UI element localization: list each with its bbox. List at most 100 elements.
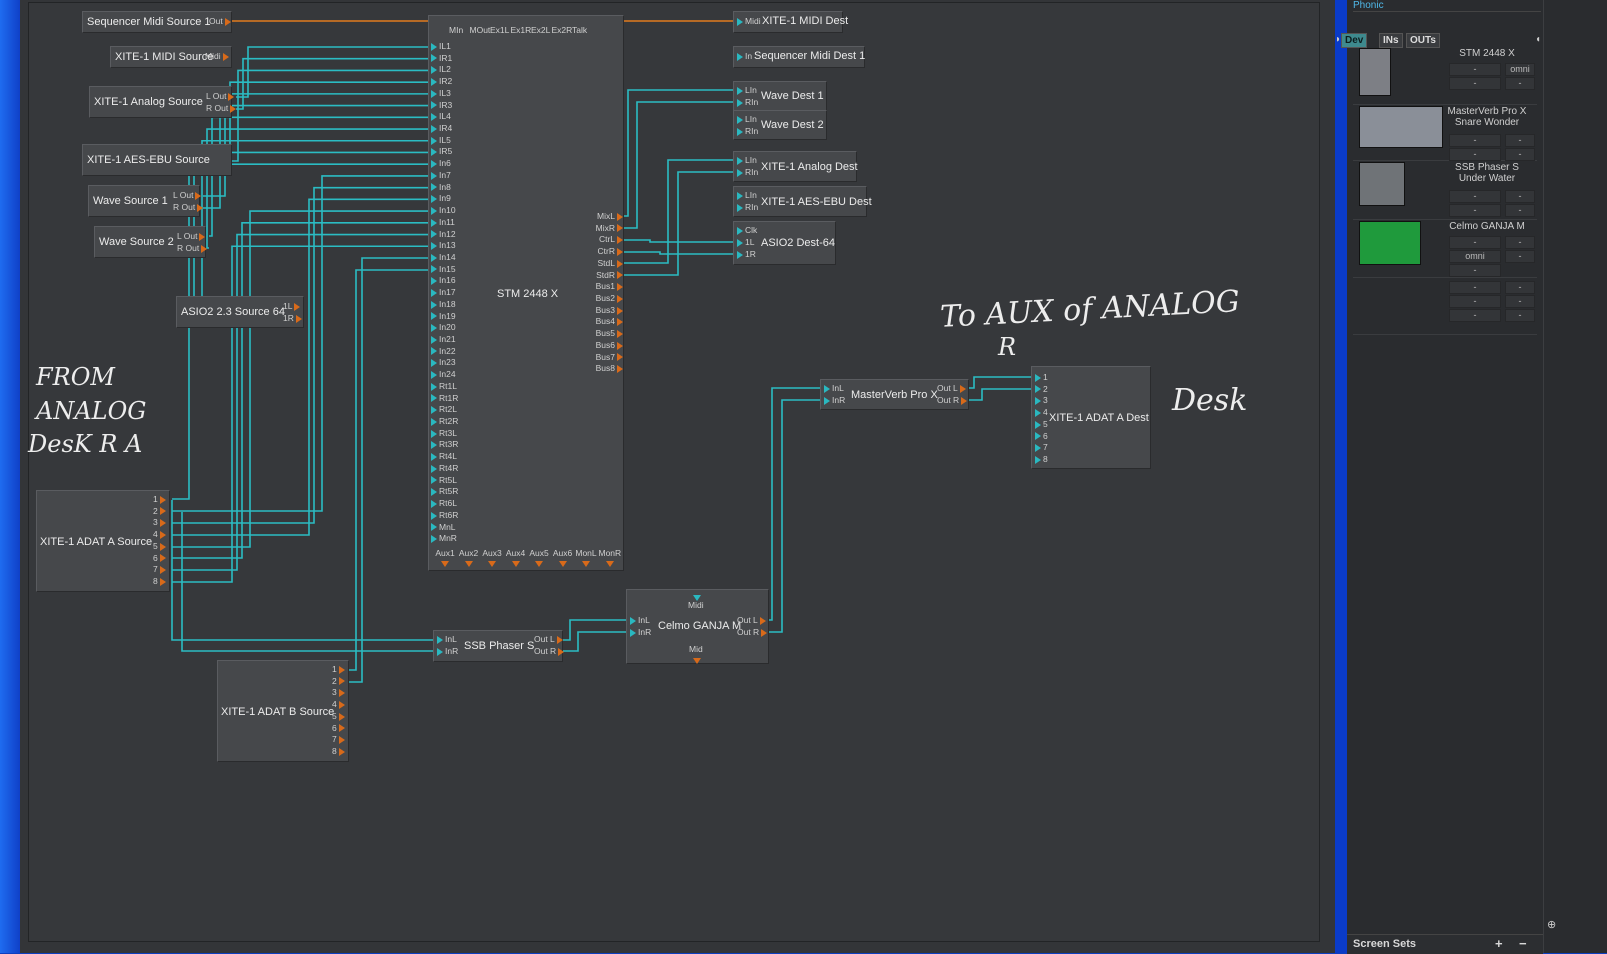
output-port[interactable]: 1R [283,313,302,324]
input-port[interactable]: Rt3R [431,439,458,450]
output-port[interactable]: StdR [596,270,623,281]
input-port[interactable]: InR [630,627,651,638]
device-param-field[interactable]: - [1505,309,1535,322]
output-port[interactable]: 3 [153,517,166,528]
patch-cable[interactable] [208,81,433,174]
input-port[interactable]: In19 [431,311,456,322]
top-port[interactable]: Ex2L [531,25,550,36]
device-param-field[interactable]: - [1505,295,1535,308]
aux-port[interactable]: Aux4 [505,548,527,570]
aux-port[interactable]: Aux2 [458,548,480,570]
input-port[interactable]: IL4 [431,111,451,122]
input-port[interactable]: LIn [737,190,757,201]
sequencer-midi-source-module[interactable]: Sequencer Midi Source 1 Out [82,11,232,33]
midi-in-label[interactable]: Midi [688,600,704,611]
top-port[interactable]: Ex2R [552,25,573,36]
output-port[interactable]: MixL [597,211,623,222]
input-port[interactable]: LIn [737,155,757,166]
device-thumbnail[interactable] [1359,221,1421,265]
output-port[interactable]: StdL [598,258,623,269]
patch-cable[interactable] [236,46,433,98]
output-port[interactable]: Bus1 [596,281,623,292]
output-port[interactable]: 4 [153,529,166,540]
input-port[interactable]: IL2 [431,64,451,75]
asio-dest-module[interactable]: Clk 1L 1R ASIO2 Dest-64 [733,221,836,265]
output-port[interactable]: 8 [153,576,166,587]
input-port[interactable]: IL3 [431,88,451,99]
output-port[interactable]: Bus8 [596,363,623,374]
input-port[interactable]: RIn [737,167,758,178]
input-port[interactable]: LIn [737,114,757,125]
input-port[interactable]: Rt6L [431,498,457,509]
input-port[interactable]: InL [437,634,457,645]
device-param-field[interactable]: - [1505,236,1535,249]
output-port[interactable]: 2 [153,506,166,517]
device-item[interactable]: Celmo GANJA M - - omni - - [1353,219,1537,278]
top-port[interactable]: MOut [470,25,491,36]
input-port[interactable]: In20 [431,322,456,333]
output-port[interactable]: Bus2 [596,293,623,304]
input-port[interactable]: Rt5R [431,486,458,497]
xite-analog-dest-module[interactable]: LIn RIn XITE-1 Analog Dest [733,151,858,182]
input-port[interactable]: 7 [1035,442,1048,453]
input-port[interactable]: InR [437,646,458,657]
xite-midi-source-module[interactable]: XITE-1 MIDI Source Midi [110,46,232,68]
midi-out-label[interactable]: Mid [689,644,703,655]
input-port[interactable]: RIn [737,202,758,213]
xite-aes-source-module[interactable]: XITE-1 AES-EBU Source [82,144,232,176]
device-param-field[interactable]: - [1449,190,1501,203]
input-port[interactable]: 3 [1035,395,1048,406]
sequencer-midi-dest-module[interactable]: In Sequencer Midi Dest 1 [733,46,865,68]
input-port[interactable]: In10 [431,205,456,216]
top-port[interactable]: Ex1L [490,25,509,36]
aux-port[interactable]: Aux3 [481,548,503,570]
device-param-field[interactable]: - [1449,134,1501,147]
input-port[interactable]: InR [824,395,845,406]
device-thumbnail[interactable] [1359,106,1443,148]
output-port[interactable]: CtrR [598,246,623,257]
device-param-field[interactable]: - [1505,204,1535,217]
patch-cable[interactable] [348,257,433,683]
input-port[interactable]: RIn [737,126,758,137]
panel-divider[interactable] [1335,0,1347,953]
input-port[interactable]: Rt5L [431,475,457,486]
device-item[interactable]: STM 2448 X - omni - - [1353,46,1537,105]
output-port[interactable]: Bus6 [596,340,623,351]
patch-cable[interactable] [172,175,433,512]
input-port[interactable]: 6 [1035,431,1048,442]
output-port[interactable]: L Out [173,190,202,201]
device-param-field[interactable]: - [1449,204,1501,217]
patch-cable[interactable] [172,233,433,571]
input-port[interactable]: In12 [431,229,456,240]
device-param-field[interactable]: omni [1505,63,1535,76]
output-port[interactable]: 2 [332,676,345,687]
device-thumbnail[interactable] [1359,162,1405,206]
output-port[interactable]: R Out [173,202,204,213]
output-port[interactable]: Out [209,16,231,27]
patch-cable[interactable] [172,210,433,548]
patch-cable[interactable] [236,57,433,110]
output-port[interactable]: 1 [153,494,166,505]
output-port[interactable]: 7 [332,734,345,745]
output-port[interactable]: L Out [206,91,235,102]
output-port[interactable]: Out R [937,395,968,406]
output-port[interactable]: Out L [937,383,966,394]
wave-source-2-module[interactable]: Wave Source 2L Out R Out [94,226,208,258]
wave-dest-2-module[interactable]: LIn RIn Wave Dest 2 [733,110,827,140]
output-port[interactable]: Out R [737,627,768,638]
input-port[interactable]: RIn [737,97,758,108]
output-port[interactable]: MixR [596,223,623,234]
xite-adat-b-source-module[interactable]: XITE-1 ADAT B Source 1 2 3 4 5 6 7 8 [217,660,349,762]
output-port[interactable]: 1 [332,664,345,675]
output-port[interactable]: Out R [534,646,565,657]
input-port[interactable]: In14 [431,252,456,263]
scroll-down-icon[interactable]: ⊕ [1547,918,1556,931]
output-port[interactable]: Bus3 [596,305,623,316]
input-port[interactable]: InL [630,615,650,626]
input-port[interactable]: IR4 [431,123,452,134]
input-port[interactable]: In [737,51,752,62]
input-port[interactable]: Rt1R [431,393,458,404]
input-port[interactable]: Rt4R [431,463,458,474]
patch-cable[interactable] [562,631,630,652]
device-param-field[interactable]: - [1449,309,1501,322]
